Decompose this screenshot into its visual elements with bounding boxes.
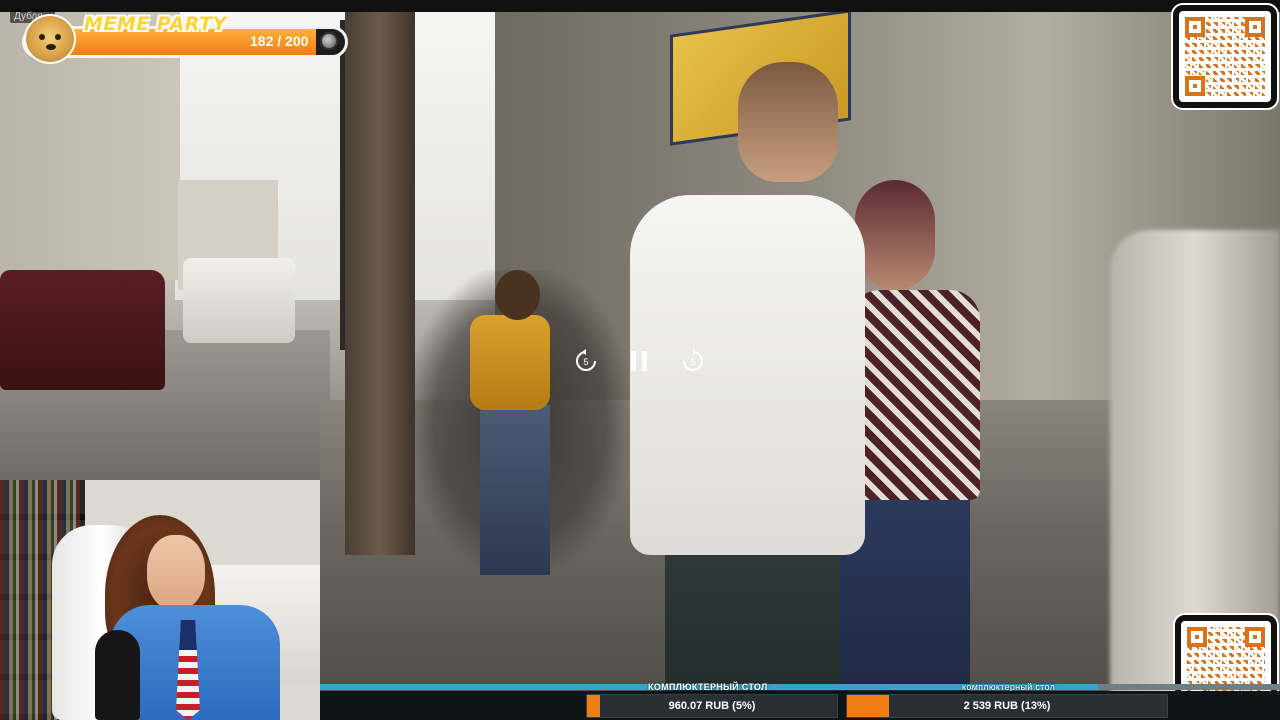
person-plaid xyxy=(850,290,980,500)
pause-button[interactable] xyxy=(625,347,653,375)
coin-icon xyxy=(320,32,338,50)
rewind-icon: 5 xyxy=(576,349,596,371)
qr-finder-icon xyxy=(1185,76,1205,96)
forward-icon: 5 xyxy=(683,349,703,371)
bus xyxy=(183,258,295,343)
person-yellow-legs xyxy=(480,405,550,575)
rewind-seconds: 5 xyxy=(583,357,588,367)
donation-goal-left-amount: 960.07 RUB (5%) xyxy=(668,700,756,712)
qr-finder-icon xyxy=(1185,17,1205,37)
meme-party-widget: MEME PARTY 182 / 200 xyxy=(18,13,352,64)
microphone-icon xyxy=(95,630,140,720)
palm-trunk xyxy=(345,0,415,555)
forward-seconds: 5 xyxy=(690,357,695,367)
donation-goal-right-amount: 2 539 RUB (13%) xyxy=(963,700,1051,712)
qr-code-top xyxy=(1173,5,1277,108)
meme-title: MEME PARTY xyxy=(84,13,227,35)
qr-finder-icon xyxy=(1245,17,1265,37)
person-yellow xyxy=(470,315,550,410)
person-white-shirt xyxy=(630,195,865,555)
webcam-feed xyxy=(0,480,320,720)
person-plaid-head xyxy=(855,180,935,290)
top-bar xyxy=(0,0,1280,12)
person-yellow-head xyxy=(495,270,540,320)
rewind-button[interactable]: 5 xyxy=(572,347,600,375)
suv xyxy=(0,270,165,390)
forward-button[interactable]: 5 xyxy=(679,347,707,375)
donation-goal-right: 2 539 RUB (13%) xyxy=(846,694,1168,718)
video-progress-bar[interactable] xyxy=(320,684,1280,690)
meme-count: 182 / 200 xyxy=(250,33,309,49)
pause-icon xyxy=(631,351,647,371)
streamer-face xyxy=(147,535,205,610)
qr-finder-icon xyxy=(1245,627,1265,647)
qr-finder-icon xyxy=(1187,627,1207,647)
person-white-head xyxy=(738,62,838,182)
doge-icon xyxy=(24,14,76,64)
donation-goal-left: 960.07 RUB (5%) xyxy=(586,694,838,718)
